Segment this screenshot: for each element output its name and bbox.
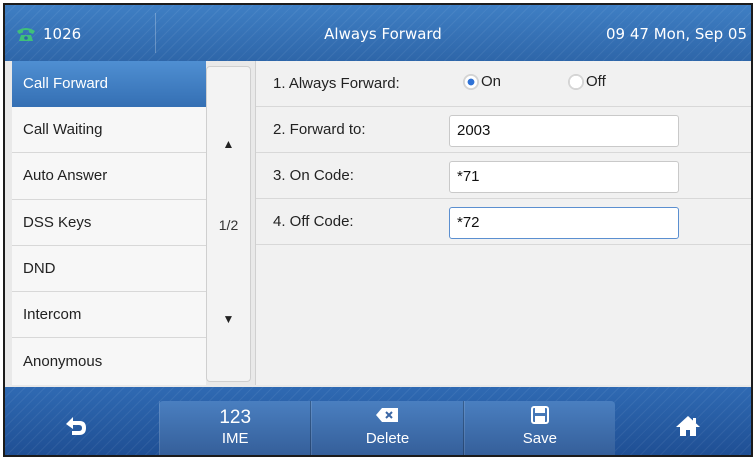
back-button[interactable] (41, 401, 111, 455)
delete-button[interactable]: Delete (311, 401, 464, 455)
menu-item-call-forward[interactable]: Call Forward (12, 61, 206, 108)
save-label: Save (522, 430, 557, 447)
always-forward-on-radio[interactable]: On (463, 73, 501, 90)
radio-selected-icon (463, 73, 479, 90)
off-option-label: Off (586, 73, 606, 90)
ime-button[interactable]: 123 IME (159, 401, 312, 455)
date-time: 09 47 Mon, Sep 05 (606, 25, 747, 43)
off-code-input[interactable]: *72 (449, 207, 679, 239)
on-code-input[interactable]: *71 (449, 161, 679, 193)
home-button[interactable] (653, 401, 723, 455)
always-forward-off-radio[interactable]: Off (568, 73, 606, 90)
forward-settings-form: 1. Always Forward: On Off 2. Forward to:… (255, 61, 751, 385)
phone-screen: 1026 Always Forward 09 47 Mon, Sep 05 Ca… (3, 3, 753, 457)
menu-item-auto-answer[interactable]: Auto Answer (12, 153, 206, 200)
home-icon (675, 415, 701, 441)
off-code-row: 4. Off Code: *72 (256, 199, 751, 245)
triangle-down-icon[interactable]: ▼ (207, 312, 250, 326)
radio-unselected-icon (568, 73, 584, 90)
always-forward-row: 1. Always Forward: On Off (256, 61, 751, 107)
status-bar: 1026 Always Forward 09 47 Mon, Sep 05 (5, 5, 751, 61)
settings-menu: Call Forward Call Waiting Auto Answer DS… (12, 61, 206, 385)
ime-label: IME (221, 430, 249, 447)
delete-label: Delete (365, 430, 410, 447)
backspace-icon (375, 407, 399, 429)
softkey-group: 123 IME Delete Save (159, 401, 615, 455)
off-code-label: 4. Off Code: (273, 213, 354, 230)
save-button[interactable]: Save (463, 401, 615, 455)
ime-mode-label: 123 (219, 407, 252, 428)
triangle-up-icon[interactable]: ▲ (207, 137, 250, 151)
forward-to-row: 2. Forward to: 2003 (256, 107, 751, 153)
page-scroller: ▲ 1/2 ▼ (206, 66, 251, 382)
menu-item-dss-keys[interactable]: DSS Keys (12, 200, 206, 246)
softkey-bar: 123 IME Delete Save (5, 387, 751, 455)
on-option-label: On (481, 73, 502, 90)
on-code-row: 3. On Code: *71 (256, 153, 751, 199)
forward-to-input[interactable]: 2003 (449, 115, 679, 147)
menu-item-anonymous[interactable]: Anonymous (12, 338, 206, 384)
on-code-label: 3. On Code: (273, 167, 354, 184)
menu-item-intercom[interactable]: Intercom (12, 292, 206, 339)
menu-item-dnd[interactable]: DND (12, 246, 206, 292)
floppy-disk-icon (530, 406, 549, 430)
back-arrow-icon (63, 415, 89, 441)
always-forward-label: 1. Always Forward: (273, 75, 400, 92)
page-indicator: 1/2 (218, 217, 239, 233)
menu-item-call-waiting[interactable]: Call Waiting (12, 107, 206, 154)
forward-to-label: 2. Forward to: (273, 121, 366, 138)
